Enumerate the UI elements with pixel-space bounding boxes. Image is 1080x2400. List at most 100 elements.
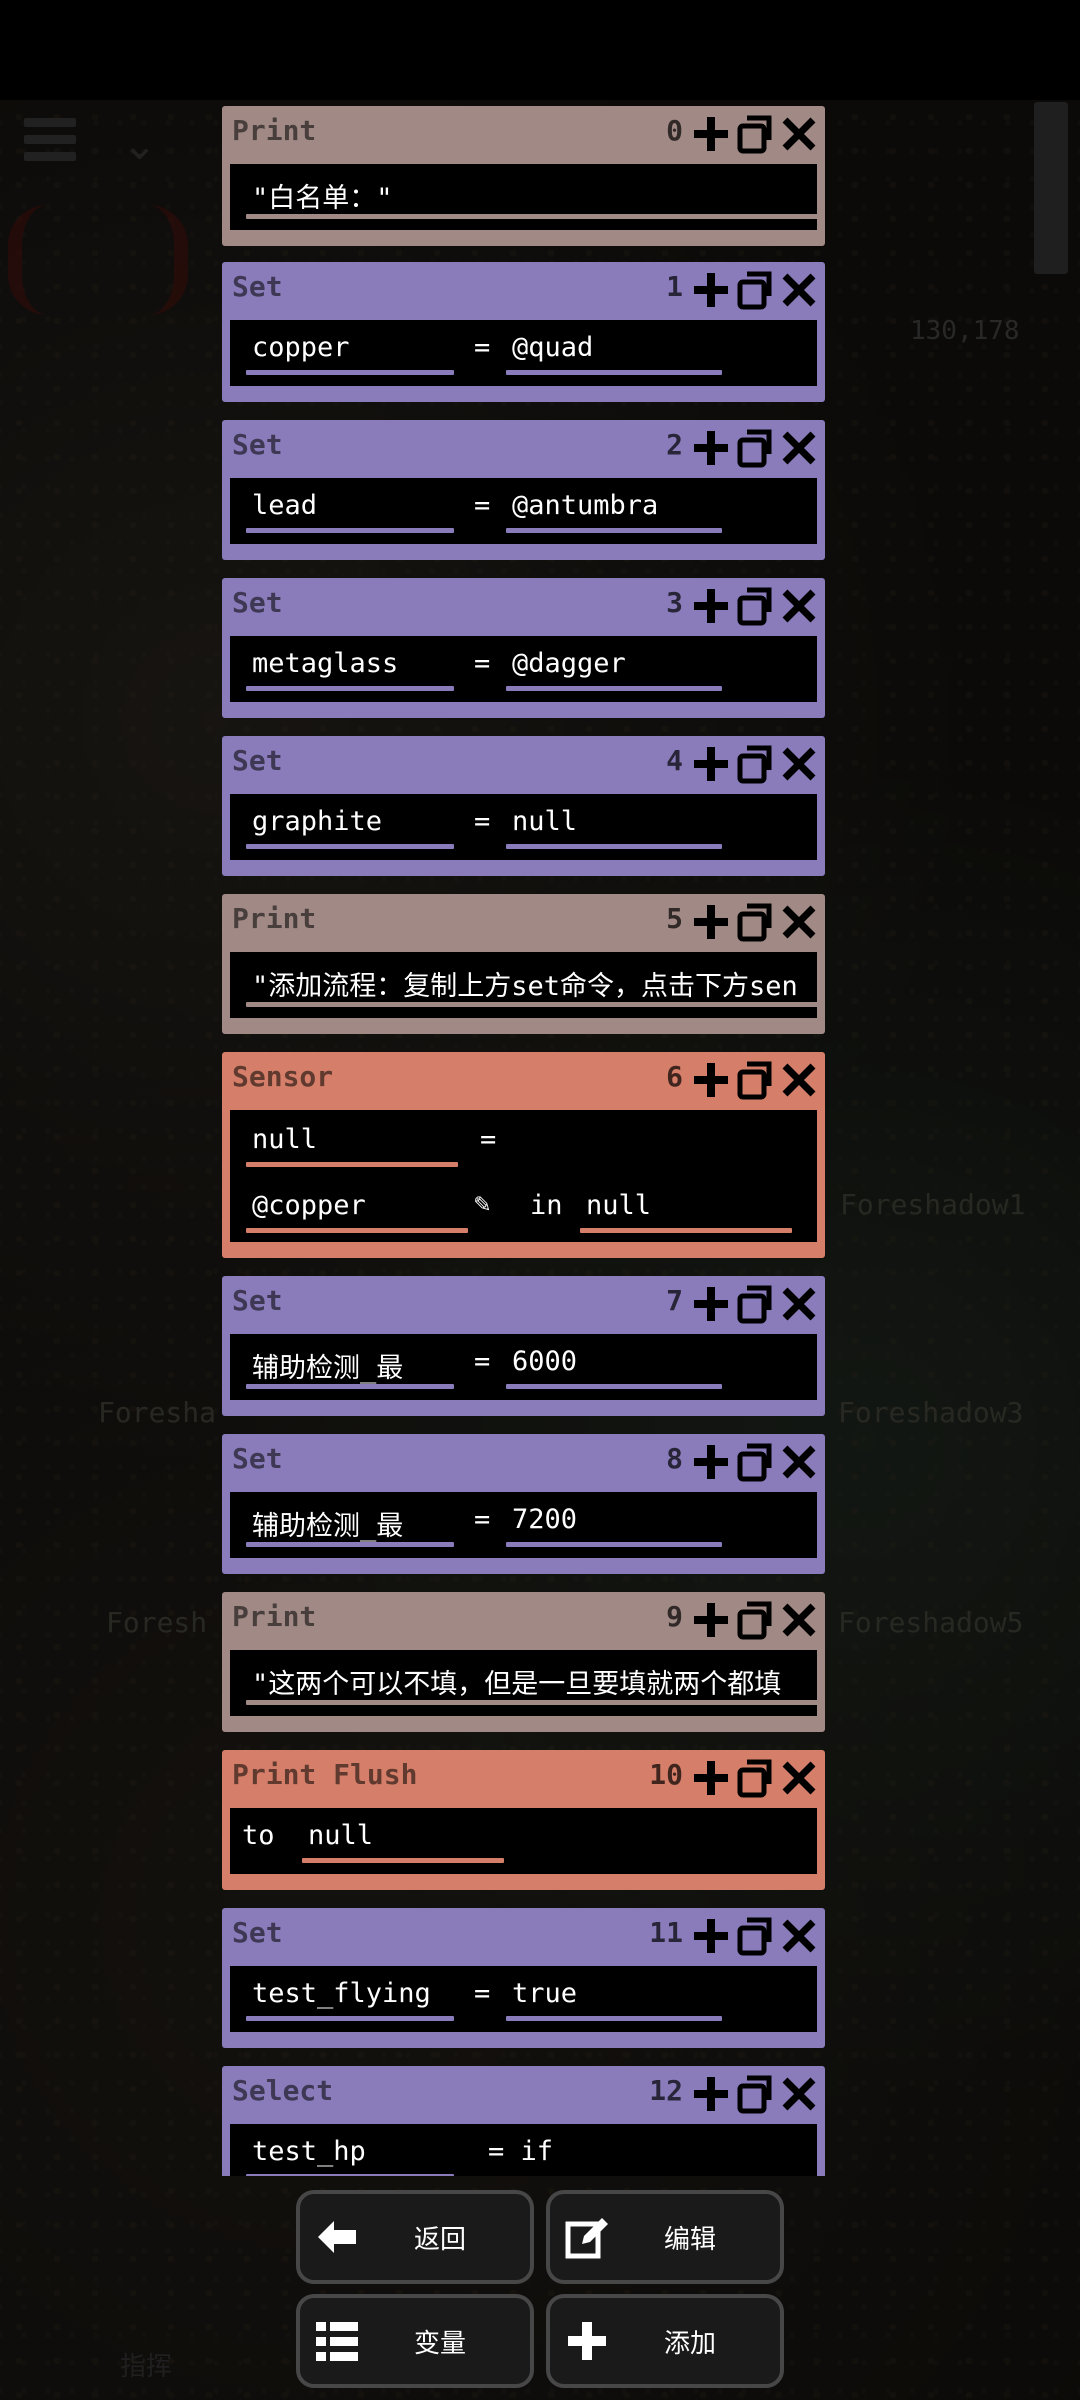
print-text-field[interactable]: "添加流程：复制上方set命令，点击下方sen	[252, 964, 816, 1003]
variables-button[interactable]: 变量	[296, 2294, 534, 2388]
close-icon[interactable]	[779, 900, 819, 944]
edit-button[interactable]: 编辑	[546, 2190, 784, 2284]
close-icon[interactable]	[779, 1598, 819, 1642]
variable-field[interactable]: lead	[252, 490, 448, 521]
variable-field-underline	[246, 1542, 454, 1547]
copy-icon[interactable]	[735, 742, 775, 786]
instruction-block-set[interactable]: Set 7 辅助检测_最 = 6000	[222, 1276, 825, 1416]
copy-icon[interactable]	[735, 900, 775, 944]
variable-field[interactable]: 辅助检测_最	[252, 1504, 448, 1543]
sensor-target-field-underline	[580, 1228, 792, 1233]
copy-icon[interactable]	[735, 268, 775, 312]
copy-icon[interactable]	[735, 1058, 775, 1102]
instruction-block-set[interactable]: Set 11 test_flying = true	[222, 1908, 825, 2048]
close-icon[interactable]	[779, 1282, 819, 1326]
block-index: 12	[649, 2074, 683, 2107]
add-instruction-icon[interactable]	[691, 900, 731, 944]
copy-icon[interactable]	[735, 112, 775, 156]
instruction-block-sensor[interactable]: Sensor 6 null = @copper ✎ in null	[222, 1052, 825, 1258]
instruction-block-print[interactable]: Print 5 "添加流程：复制上方set命令，点击下方sen	[222, 894, 825, 1034]
logic-code-panel[interactable]: Print 0 "白名单：" Set 1 copper = @quad Set 2 lead = @an…	[222, 104, 825, 2176]
copy-icon[interactable]	[735, 1440, 775, 1484]
block-index: 11	[649, 1916, 683, 1949]
value-field-underline	[506, 528, 722, 533]
add-instruction-icon[interactable]	[691, 268, 731, 312]
back-button[interactable]: 返回	[296, 2190, 534, 2284]
value-field[interactable]: true	[512, 1978, 716, 2009]
add-instruction-icon[interactable]	[691, 1914, 731, 1958]
block-header: Set 2	[222, 420, 825, 476]
instruction-block-set[interactable]: Set 8 辅助检测_最 = 7200	[222, 1434, 825, 1574]
value-field[interactable]: @quad	[512, 332, 716, 363]
variable-field[interactable]: metaglass	[252, 648, 448, 679]
block-body: test_flying = true	[230, 1966, 817, 2032]
close-icon[interactable]	[779, 1914, 819, 1958]
add-instruction-icon[interactable]	[691, 1756, 731, 1800]
add-instruction-icon[interactable]	[691, 1282, 731, 1326]
instruction-block-set[interactable]: Set 1 copper = @quad	[222, 262, 825, 402]
value-field[interactable]: @antumbra	[512, 490, 716, 521]
block-title: Set	[232, 744, 283, 777]
block-index: 0	[666, 114, 683, 147]
add-instruction-icon[interactable]	[691, 584, 731, 628]
sensor-type-field[interactable]: @copper	[252, 1190, 462, 1221]
variable-field[interactable]: 辅助检测_最	[252, 1346, 448, 1385]
close-icon[interactable]	[779, 426, 819, 470]
instruction-block-set[interactable]: Set 4 graphite = null	[222, 736, 825, 876]
print-text-field[interactable]: "白名单："	[252, 176, 816, 215]
flush-target-field[interactable]: null	[308, 1820, 498, 1851]
instruction-block-print[interactable]: Print 0 "白名单："	[222, 106, 825, 246]
instruction-block-select[interactable]: Select 12 test_hp = if	[222, 2066, 825, 2176]
copy-icon[interactable]	[735, 426, 775, 470]
operator-label: = if	[488, 2136, 554, 2167]
close-icon[interactable]	[779, 1756, 819, 1800]
copy-icon[interactable]	[735, 1756, 775, 1800]
close-icon[interactable]	[779, 1058, 819, 1102]
block-index: 8	[666, 1442, 683, 1475]
pencil-icon[interactable]: ✎	[474, 1188, 490, 1219]
copy-icon[interactable]	[735, 1598, 775, 1642]
copy-icon[interactable]	[735, 1914, 775, 1958]
print-text-field[interactable]: "这两个可以不填，但是一旦要填就两个都填	[252, 1662, 816, 1701]
value-field[interactable]: 6000	[512, 1346, 716, 1377]
add-instruction-icon[interactable]	[691, 2072, 731, 2116]
add-button[interactable]: 添加	[546, 2294, 784, 2388]
sensor-result-field[interactable]: null	[252, 1124, 452, 1155]
variable-field[interactable]: test_flying	[252, 1978, 448, 2009]
close-icon[interactable]	[779, 2072, 819, 2116]
value-field[interactable]: @dagger	[512, 648, 716, 679]
instruction-block-flush[interactable]: Print Flush 10 to null	[222, 1750, 825, 1890]
copy-icon[interactable]	[735, 2072, 775, 2116]
in-label: in	[530, 1190, 563, 1221]
add-instruction-icon[interactable]	[691, 742, 731, 786]
add-instruction-icon[interactable]	[691, 426, 731, 470]
variable-field[interactable]: graphite	[252, 806, 448, 837]
block-actions	[691, 1756, 819, 1800]
instruction-block-set[interactable]: Set 3 metaglass = @dagger	[222, 578, 825, 718]
variable-field[interactable]: test_hp	[252, 2136, 448, 2167]
sensor-target-field[interactable]: null	[586, 1190, 786, 1221]
block-header: Set 4	[222, 736, 825, 792]
add-instruction-icon[interactable]	[691, 1440, 731, 1484]
instruction-block-set[interactable]: Set 2 lead = @antumbra	[222, 420, 825, 560]
block-body: null = @copper ✎ in null	[230, 1110, 817, 1242]
add-instruction-icon[interactable]	[691, 1058, 731, 1102]
value-field[interactable]: null	[512, 806, 716, 837]
block-title: Sensor	[232, 1060, 334, 1093]
close-icon[interactable]	[779, 742, 819, 786]
block-header: Select 12	[222, 2066, 825, 2122]
add-instruction-icon[interactable]	[691, 112, 731, 156]
close-icon[interactable]	[779, 584, 819, 628]
close-icon[interactable]	[779, 112, 819, 156]
value-field[interactable]: 7200	[512, 1504, 716, 1535]
block-actions	[691, 900, 819, 944]
copy-icon[interactable]	[735, 584, 775, 628]
instruction-block-print[interactable]: Print 9 "这两个可以不填，但是一旦要填就两个都填	[222, 1592, 825, 1732]
add-instruction-icon[interactable]	[691, 1598, 731, 1642]
sensor-type-field-underline	[246, 1228, 468, 1233]
variables-button-label: 变量	[413, 2328, 466, 2359]
close-icon[interactable]	[779, 268, 819, 312]
close-icon[interactable]	[779, 1440, 819, 1484]
variable-field[interactable]: copper	[252, 332, 448, 363]
copy-icon[interactable]	[735, 1282, 775, 1326]
